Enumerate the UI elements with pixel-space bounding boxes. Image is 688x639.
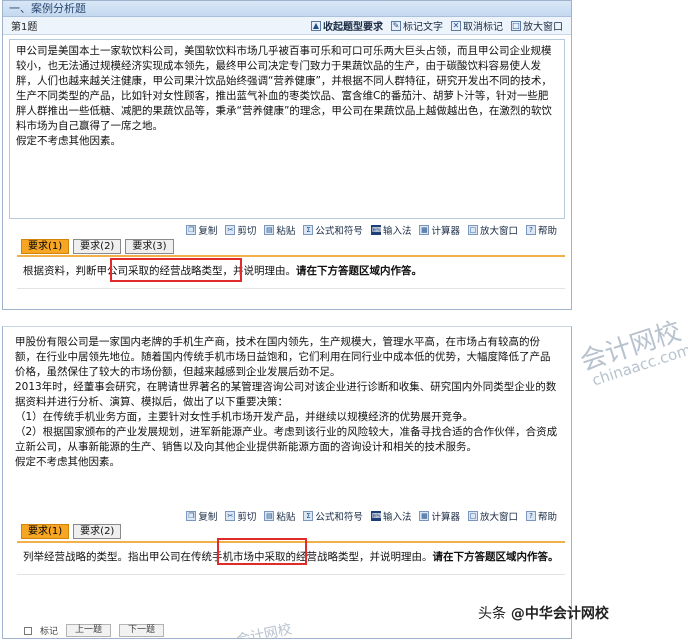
scissors-icon: ✂ xyxy=(225,225,236,235)
window-icon: □ xyxy=(467,511,478,521)
input-method-button[interactable]: ⌨ 输入法 xyxy=(370,223,411,237)
stem-paragraph: 甲股份有限公司是一家国内老牌的手机生产商，技术在国内领先，生产规模大，管理水平高… xyxy=(15,336,551,378)
help-button[interactable]: ? 帮助 xyxy=(525,509,557,523)
eraser-icon: ✕ xyxy=(451,20,461,31)
paste-button[interactable]: ▤ 粘贴 xyxy=(264,509,295,523)
paste-icon: ▤ xyxy=(264,511,275,521)
tab-requirement-1[interactable]: 要求(1) xyxy=(21,524,70,539)
formula-button[interactable]: Σ 公式和符号 xyxy=(303,223,363,237)
tab-requirement-1[interactable]: 要求(1) xyxy=(21,239,70,254)
calculator-icon: ▦ xyxy=(419,225,430,235)
stem-paragraph: 甲公司是美国本土一家软饮料公司，美国软饮料市场几乎被百事可乐和可口可乐两大巨头占… xyxy=(16,45,552,132)
mark-checkbox[interactable] xyxy=(24,626,32,635)
question-tools: ▲ 收起题型要求 ✎ 标记文字 ✕ 取消标记 □ 放大窗口 xyxy=(311,18,563,33)
requirement-tabs: 要求(1) 要求(2) xyxy=(21,524,122,539)
stem-paragraph: 2013年时，经董事会研究，在聘请世界著名的某管理咨询公司对该企业进行诊断和收集… xyxy=(15,381,557,408)
paste-icon: ▤ xyxy=(264,225,275,235)
copy-icon: ❐ xyxy=(186,511,197,521)
unmark-button[interactable]: ✕ 取消标记 xyxy=(451,18,503,33)
enlarge-button[interactable]: □ 放大窗口 xyxy=(467,223,518,237)
collapse-requirements-button[interactable]: ▲ 收起题型要求 xyxy=(311,18,383,33)
sigma-icon: Σ xyxy=(303,511,314,521)
marker-icon: ✎ xyxy=(391,20,401,31)
highlight-box xyxy=(217,538,307,565)
window-icon: □ xyxy=(467,225,478,235)
scissors-icon: ✂ xyxy=(225,511,236,521)
collapse-icon: ▲ xyxy=(311,20,321,31)
question-bar: 第1题 ▲ 收起题型要求 ✎ 标记文字 ✕ 取消标记 □ 放大窗口 xyxy=(3,17,571,35)
input-method-button[interactable]: ⌨ 输入法 xyxy=(370,509,411,523)
enlarge-window-button[interactable]: □ 放大窗口 xyxy=(511,18,563,33)
help-button[interactable]: ? 帮助 xyxy=(525,223,557,237)
section-header: 一、案例分析题 xyxy=(3,1,571,17)
copy-button[interactable]: ❐ 复制 xyxy=(186,223,217,237)
help-icon: ? xyxy=(525,511,536,521)
highlight-box xyxy=(110,258,242,282)
help-icon: ? xyxy=(525,225,536,235)
copy-icon: ❐ xyxy=(186,225,197,235)
calculator-button[interactable]: ▦ 计算器 xyxy=(419,509,460,523)
edit-toolbar: ❐ 复制 ✂ 剪切 ▤ 粘贴 Σ 公式和符号 ⌨ 输入法 ▦ 计算器 □ 放大窗口 ? 帮助 xyxy=(186,509,557,523)
question-panel-1: 一、案例分析题 第1题 ▲ 收起题型要求 ✎ 标记文字 ✕ 取消标记 □ 放大窗口 甲公… xyxy=(2,0,572,310)
mark-text-button[interactable]: ✎ 标记文字 xyxy=(391,18,443,33)
calculator-button[interactable]: ▦ 计算器 xyxy=(419,223,460,237)
tab-requirement-2[interactable]: 要求(2) xyxy=(73,239,122,254)
prev-question-button[interactable]: 上一题 xyxy=(66,624,112,637)
requirement-text: 根据资料，判断甲公司采取的经营战略类型，并说明理由。请在下方答题区域内作答。 xyxy=(23,265,422,277)
mark-label: 标记 xyxy=(40,627,59,637)
formula-button[interactable]: Σ 公式和符号 xyxy=(303,509,363,523)
question-stem: 甲股份有限公司是一家国内老牌的手机生产商，技术在国内领先，生产规模大，管理水平高… xyxy=(9,331,565,499)
keyboard-icon: ⌨ xyxy=(370,225,383,235)
next-question-button[interactable]: 下一题 xyxy=(119,624,165,637)
stem-paragraph: （2）根据国家颁布的产业发展规划，进军新能源产业。考虑到该行业的风险较大，准备寻… xyxy=(15,426,558,453)
paste-button[interactable]: ▤ 粘贴 xyxy=(264,223,295,237)
calculator-icon: ▦ xyxy=(419,511,430,521)
source-credit: 头条 @中华会计网校 xyxy=(478,606,609,622)
stem-paragraph: （1）在传统手机业务方面，主要针对女性手机市场开发产品，并继续以规模经济的优势展… xyxy=(15,411,474,423)
question-stem: 甲公司是美国本土一家软饮料公司，美国软饮料市场几乎被百事可乐和可口可乐两大巨头占… xyxy=(9,39,565,219)
keyboard-icon: ⌨ xyxy=(370,511,383,521)
question-panel-2: 甲股份有限公司是一家国内老牌的手机生产商，技术在国内领先，生产规模大，管理水平高… xyxy=(2,326,572,639)
answer-input-area[interactable] xyxy=(17,288,565,312)
copy-button[interactable]: ❐ 复制 xyxy=(186,509,217,523)
stem-paragraph: 假定不考虑其他因素。 xyxy=(15,456,120,468)
requirement-tabs: 要求(1) 要求(2) 要求(3) xyxy=(21,239,174,254)
answer-section: 根据资料，判断甲公司采取的经营战略类型，并说明理由。请在下方答题区域内作答。 xyxy=(17,255,565,309)
window-icon: □ xyxy=(511,20,521,31)
question-number: 第1题 xyxy=(11,22,38,33)
stem-paragraph: 假定不考虑其他因素。 xyxy=(16,135,121,147)
tab-requirement-3[interactable]: 要求(3) xyxy=(125,239,174,254)
cut-button[interactable]: ✂ 剪切 xyxy=(225,223,256,237)
sigma-icon: Σ xyxy=(303,225,314,235)
cut-button[interactable]: ✂ 剪切 xyxy=(225,509,256,523)
edit-toolbar: ❐ 复制 ✂ 剪切 ▤ 粘贴 Σ 公式和符号 ⌨ 输入法 ▦ 计算器 □ 放大窗口 ? 帮助 xyxy=(186,223,557,237)
tab-requirement-2[interactable]: 要求(2) xyxy=(73,524,122,539)
enlarge-button[interactable]: □ 放大窗口 xyxy=(467,509,518,523)
